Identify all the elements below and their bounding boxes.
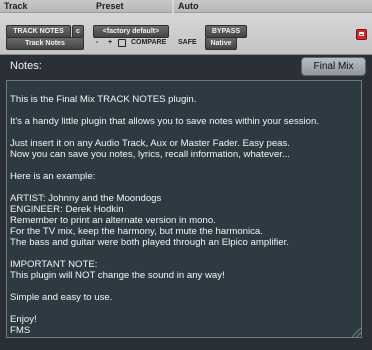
preset-minus-button[interactable]: - [96, 37, 98, 48]
notes-text-area[interactable]: This is the Final Mix TRACK NOTES plugin… [6, 80, 362, 338]
delete-icon[interactable] [356, 29, 367, 40]
preset-plus-button[interactable]: + [108, 37, 112, 48]
track-section-header: Track [0, 0, 92, 13]
final-mix-button[interactable]: Final Mix [301, 57, 366, 76]
native-button[interactable]: Native [205, 37, 237, 50]
plugin-header-strip: Track Preset Auto TRACK NOTES c <factory… [0, 0, 372, 55]
link-icon[interactable] [118, 39, 126, 47]
safe-button[interactable]: SAFE [178, 37, 197, 48]
notes-label: Notes: [10, 60, 42, 72]
plugin-selector[interactable]: Track Notes [6, 37, 84, 50]
preset-section-header: Preset [92, 0, 172, 13]
auto-section-header: Auto [174, 0, 204, 13]
resize-grip-icon[interactable] [352, 328, 361, 337]
header-spacer [204, 0, 372, 13]
compare-button[interactable]: COMPARE [131, 37, 166, 48]
